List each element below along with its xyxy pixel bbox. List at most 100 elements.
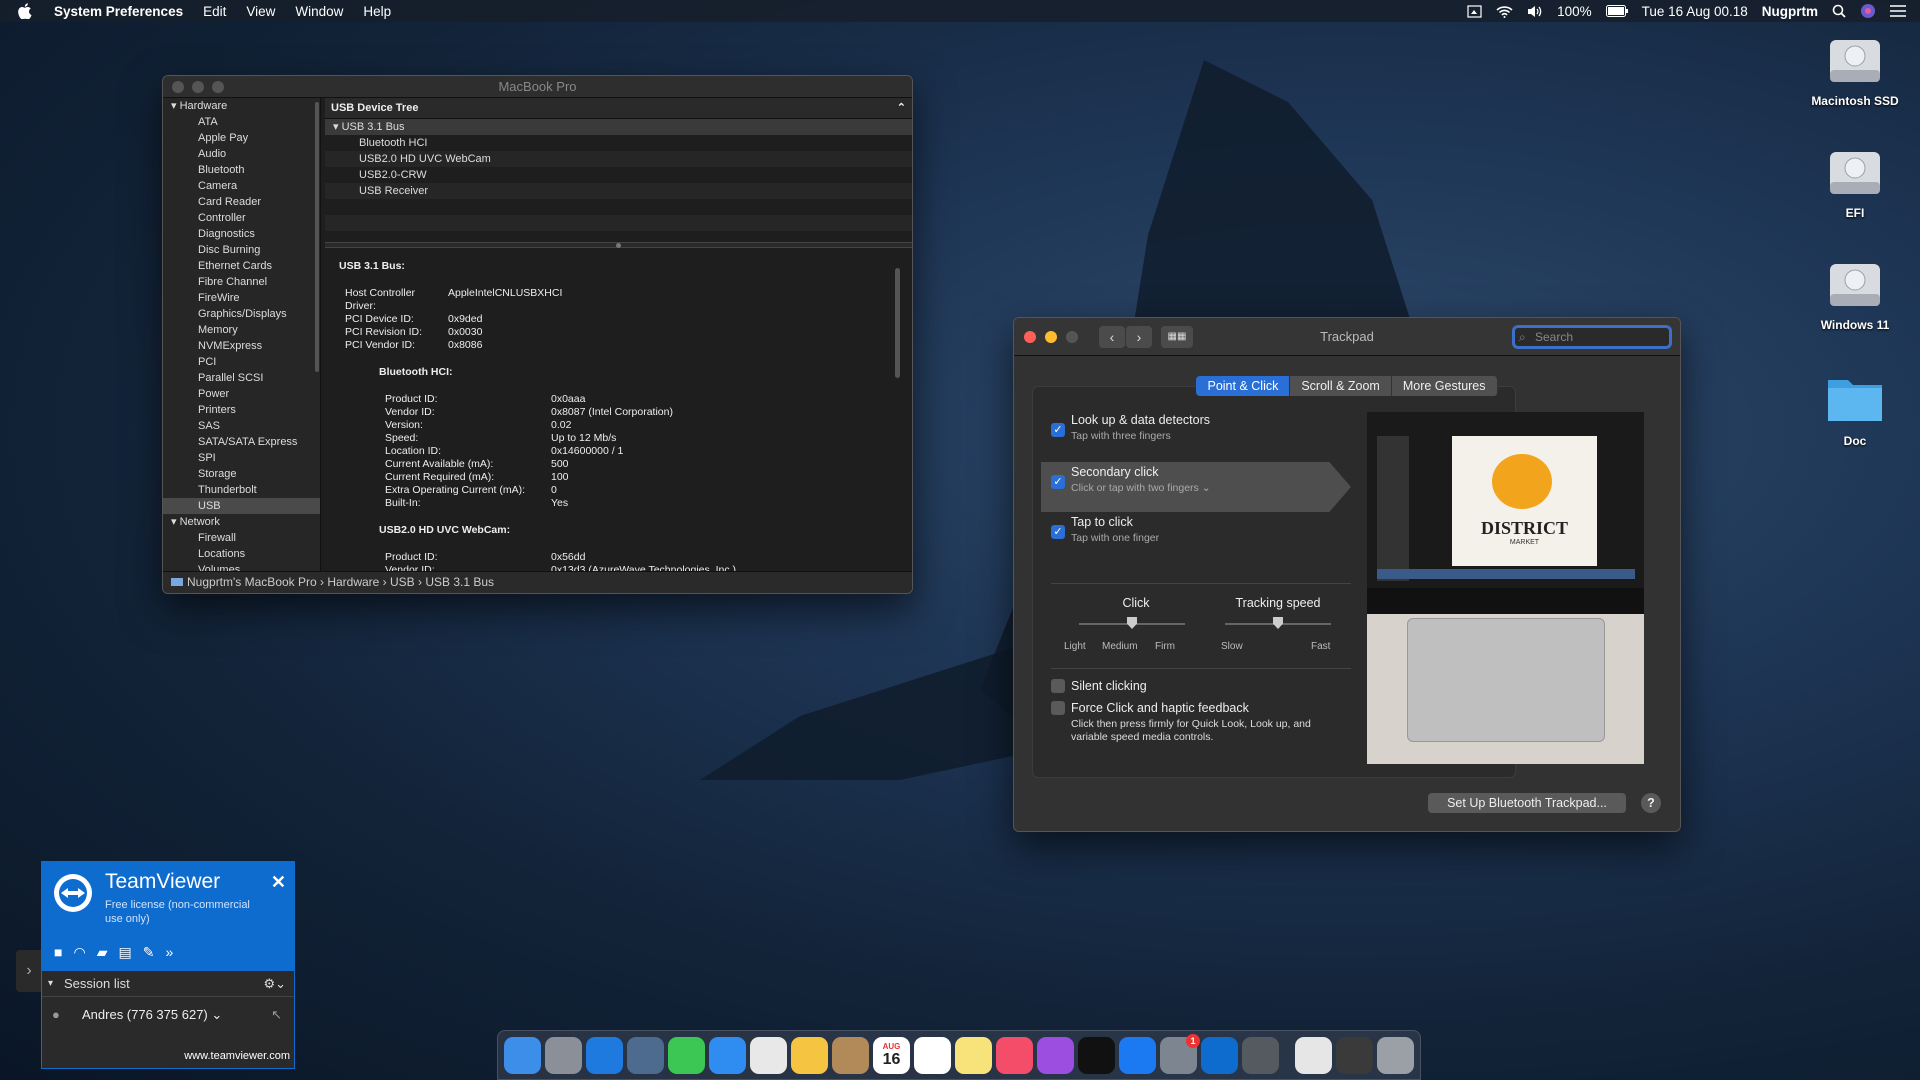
- dock-app-icon[interactable]: [955, 1036, 992, 1074]
- desktop-icon-windows-11[interactable]: Windows 11: [1800, 254, 1910, 332]
- sidebar-item[interactable]: Thunderbolt: [163, 482, 320, 498]
- sidebar-item[interactable]: SATA/SATA Express: [163, 434, 320, 450]
- option-subtitle[interactable]: Click or tap with two fingers ⌄: [1071, 482, 1299, 494]
- desktop-icon-doc[interactable]: Doc: [1800, 370, 1910, 448]
- desktop-icon-macintosh-ssd[interactable]: Macintosh SSD: [1800, 30, 1910, 108]
- forward-button[interactable]: ›: [1126, 325, 1152, 348]
- disclosure-triangle-icon[interactable]: ▾: [171, 100, 180, 112]
- silent-clicking-checkbox[interactable]: [1051, 679, 1065, 693]
- sidebar-item[interactable]: Bluetooth: [163, 162, 320, 178]
- menu-window[interactable]: Window: [295, 4, 343, 19]
- dock-app-icon[interactable]: [1295, 1036, 1332, 1074]
- tree-row[interactable]: USB Receiver: [325, 183, 912, 199]
- sidebar-item[interactable]: Graphics/Displays: [163, 306, 320, 322]
- option-tap-to-click[interactable]: ✓ Tap to click Tap with one finger: [1043, 515, 1299, 561]
- close-button[interactable]: [1024, 330, 1036, 343]
- secondary-click-checkbox[interactable]: ✓: [1051, 475, 1065, 489]
- tree-row[interactable]: USB2.0-CRW: [325, 167, 912, 183]
- close-button[interactable]: [172, 80, 184, 93]
- connect-arrow-icon[interactable]: ↖: [271, 997, 282, 1033]
- minimize-button[interactable]: [192, 80, 204, 93]
- zoom-button[interactable]: [212, 80, 224, 93]
- sidebar-item[interactable]: ATA: [163, 114, 320, 130]
- sidebar-item[interactable]: Audio: [163, 146, 320, 162]
- zoom-button[interactable]: [1066, 330, 1078, 343]
- sidebar-item[interactable]: FireWire: [163, 290, 320, 306]
- sidebar-section-header[interactable]: ▾ Hardware: [163, 98, 320, 114]
- dock-app-icon[interactable]: [1119, 1036, 1156, 1074]
- session-list-header[interactable]: ▾ Session list ⚙⌄: [42, 971, 294, 997]
- sidebar-item[interactable]: Fibre Channel: [163, 274, 320, 290]
- volume-icon[interactable]: [1527, 5, 1543, 18]
- user-name[interactable]: Nugprtm: [1762, 4, 1818, 19]
- sidebar-item[interactable]: Card Reader: [163, 194, 320, 210]
- battery-icon[interactable]: [1605, 5, 1628, 17]
- back-button[interactable]: ‹: [1099, 325, 1125, 348]
- sidebar-item[interactable]: SPI: [163, 450, 320, 466]
- sidebar-item[interactable]: Printers: [163, 402, 320, 418]
- dock-app-icon[interactable]: [545, 1036, 582, 1074]
- siri-icon[interactable]: [1860, 3, 1876, 19]
- dock-app-icon[interactable]: [1201, 1036, 1238, 1074]
- minimize-button[interactable]: [1045, 330, 1057, 343]
- force-click-checkbox[interactable]: [1051, 701, 1065, 715]
- desktop-icon-efi[interactable]: EFI: [1800, 142, 1910, 220]
- tools-icon[interactable]: ✎: [143, 944, 155, 961]
- teamviewer-expand-tab[interactable]: ›: [16, 950, 42, 992]
- sidebar-item[interactable]: Volumes: [163, 562, 320, 571]
- dock-app-icon[interactable]: [1377, 1036, 1414, 1074]
- tree-row[interactable]: Bluetooth HCI: [325, 135, 912, 151]
- sidebar-item[interactable]: Ethernet Cards: [163, 258, 320, 274]
- menu-view[interactable]: View: [246, 4, 275, 19]
- teamviewer-link[interactable]: www.teamviewer.com: [184, 1050, 290, 1062]
- clock[interactable]: Tue 16 Aug 00.18: [1642, 4, 1748, 19]
- dock-app-icon[interactable]: [1078, 1036, 1115, 1074]
- option-silent-clicking[interactable]: Silent clicking: [1043, 679, 1299, 699]
- dock-app-icon[interactable]: [1037, 1036, 1074, 1074]
- dock-app-icon[interactable]: [914, 1036, 951, 1074]
- setup-bluetooth-trackpad-button[interactable]: Set Up Bluetooth Trackpad...: [1428, 793, 1626, 813]
- spotlight-icon[interactable]: [1832, 4, 1846, 18]
- gear-icon[interactable]: ⚙⌄: [263, 971, 286, 997]
- option-look-up[interactable]: ✓ Look up & data detectors Tap with thre…: [1043, 413, 1299, 459]
- dock-app-icon[interactable]: [709, 1036, 746, 1074]
- dock-app-icon[interactable]: [996, 1036, 1033, 1074]
- option-secondary-click[interactable]: ✓ Secondary click Click or tap with two …: [1043, 465, 1299, 511]
- dock-app-icon[interactable]: [1242, 1036, 1279, 1074]
- click-slider-knob[interactable]: [1127, 617, 1137, 629]
- apple-menu-icon[interactable]: [18, 3, 34, 19]
- dock-app-icon[interactable]: [750, 1036, 787, 1074]
- path-text[interactable]: Nugprtm's MacBook Pro › Hardware › USB ›…: [187, 575, 494, 589]
- help-button[interactable]: ?: [1641, 793, 1661, 813]
- detail-scrollbar[interactable]: [895, 268, 900, 378]
- dock-app-icon[interactable]: [791, 1036, 828, 1074]
- sidebar-item[interactable]: SAS: [163, 418, 320, 434]
- close-icon[interactable]: ✕: [271, 872, 286, 893]
- menu-app-name[interactable]: System Preferences: [54, 4, 183, 19]
- tap-to-click-checkbox[interactable]: ✓: [1051, 525, 1065, 539]
- tree-header[interactable]: USB Device Tree ⌃: [325, 98, 912, 119]
- dock-app-icon[interactable]: [627, 1036, 664, 1074]
- wifi-icon[interactable]: [1496, 5, 1513, 18]
- tab-point-click[interactable]: Point & Click: [1196, 376, 1291, 396]
- dock-app-icon[interactable]: [668, 1036, 705, 1074]
- contact-row[interactable]: ● Andres (776 375 627) ⌄ ↖: [42, 997, 294, 1033]
- menu-edit[interactable]: Edit: [203, 4, 226, 19]
- calendar-icon[interactable]: AUG 16: [873, 1036, 910, 1074]
- sidebar-item[interactable]: Diagnostics: [163, 226, 320, 242]
- sidebar-item[interactable]: Controller: [163, 210, 320, 226]
- sidebar-item[interactable]: Parallel SCSI: [163, 370, 320, 386]
- notification-center-icon[interactable]: [1890, 5, 1906, 17]
- file-icon[interactable]: ▤: [118, 944, 131, 961]
- dock-app-icon[interactable]: [504, 1036, 541, 1074]
- disclosure-triangle-icon[interactable]: ▾: [171, 516, 180, 528]
- tree-row[interactable]: USB2.0 HD UVC WebCam: [325, 151, 912, 167]
- sidebar-item[interactable]: Firewall: [163, 530, 320, 546]
- more-icon[interactable]: »: [165, 944, 173, 961]
- video-call-icon[interactable]: ■: [54, 944, 62, 961]
- sidebar-item[interactable]: Locations: [163, 546, 320, 562]
- look-up-checkbox[interactable]: ✓: [1051, 423, 1065, 437]
- tree-row-root[interactable]: ▾ USB 3.1 Bus: [325, 119, 912, 135]
- chat-icon[interactable]: ▰: [97, 944, 108, 961]
- sidebar-item[interactable]: Storage: [163, 466, 320, 482]
